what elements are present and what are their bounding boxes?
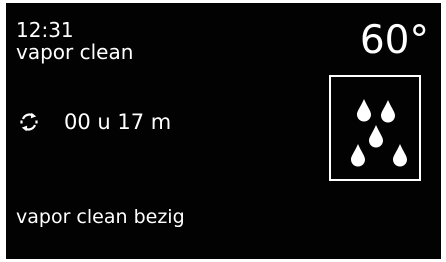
duration-row[interactable]: 00 u 17 m <box>18 107 171 137</box>
steam-droplets-icon <box>351 99 407 167</box>
status-message: vapor clean bezig <box>16 206 185 228</box>
program-name: vapor clean <box>16 40 134 64</box>
cycle-arrows-icon <box>20 112 38 132</box>
appliance-screen: 12:31 vapor clean 60° 00 u 17 m vapor cl… <box>0 0 446 262</box>
temperature-readout[interactable]: 60° <box>360 19 429 63</box>
oven-display: 12:31 vapor clean 60° 00 u 17 m vapor cl… <box>6 3 441 259</box>
steam-program-button[interactable] <box>329 75 421 181</box>
clock-time: 12:31 <box>16 18 74 42</box>
duration-remaining: 00 u 17 m <box>64 110 172 134</box>
